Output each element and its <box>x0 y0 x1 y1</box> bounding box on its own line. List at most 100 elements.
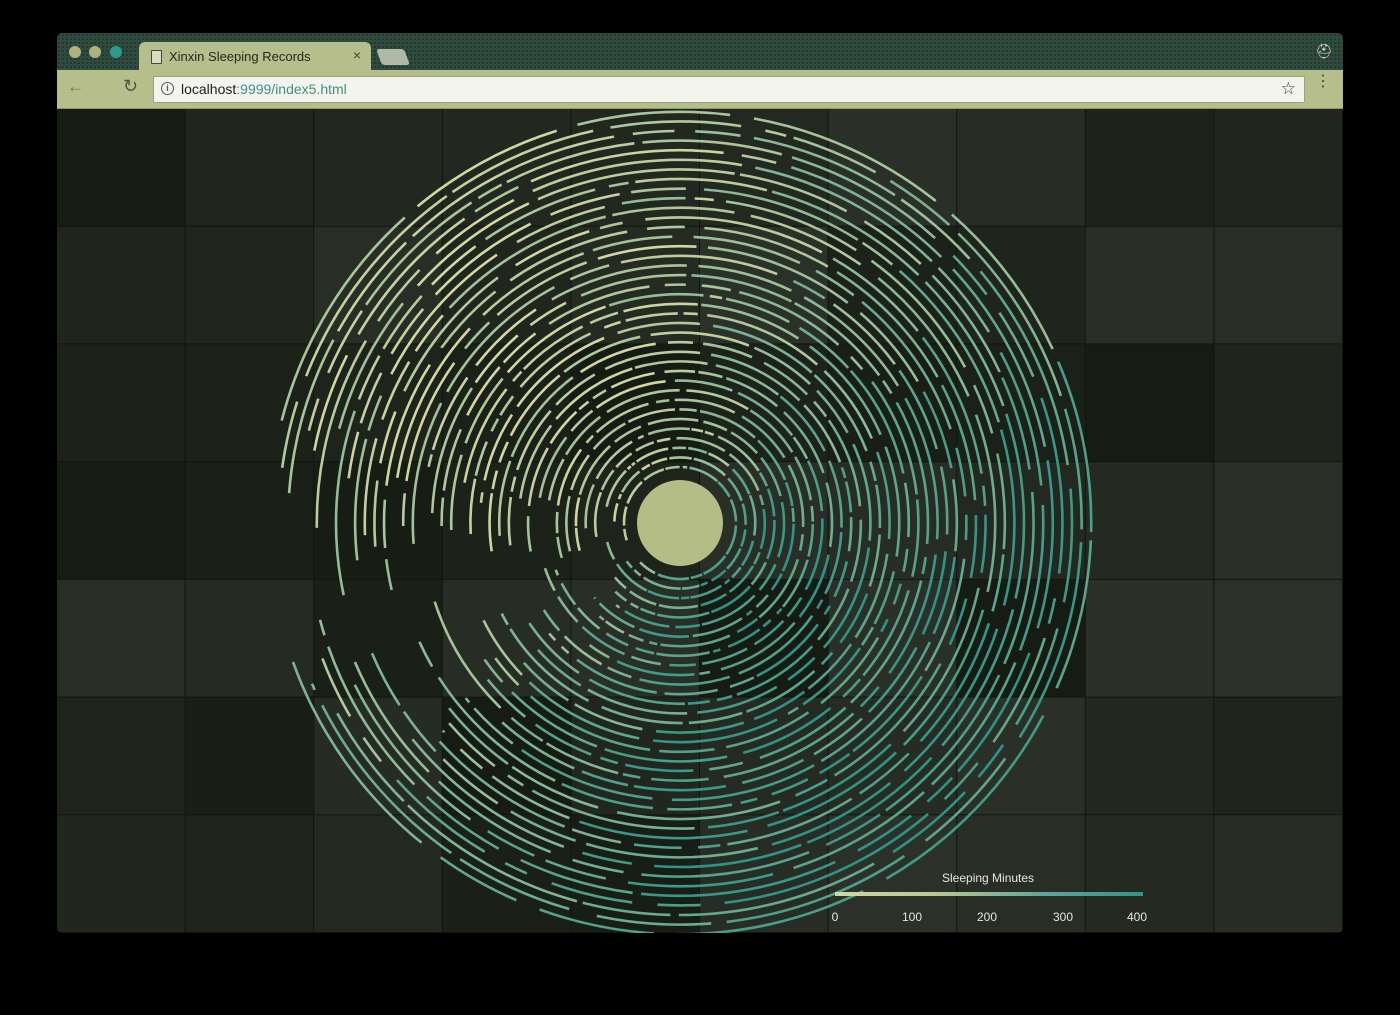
sleep-arc-segment <box>656 651 710 658</box>
sleep-arc-segment <box>659 747 715 754</box>
sleep-arc-segment <box>1055 540 1093 689</box>
sleep-arc-segment <box>753 620 785 646</box>
sleep-arc-segment <box>745 609 753 617</box>
legend-tick-100: 100 <box>901 910 923 924</box>
sleep-arc-segment <box>451 129 594 194</box>
sleep-arc-segment <box>560 582 577 606</box>
sleep-arc-segment <box>861 626 875 646</box>
center-disc <box>637 480 723 566</box>
tab-close-icon[interactable]: × <box>353 47 361 63</box>
sleep-arc-segment <box>603 320 621 329</box>
sleep-arc-segment <box>578 445 611 496</box>
sleep-arc-segment <box>699 670 711 676</box>
sleep-arc-segment <box>693 457 726 477</box>
sleep-arc-segment <box>1036 460 1055 629</box>
window-maximize-button[interactable] <box>110 46 122 58</box>
sleep-arc-segment <box>605 541 616 560</box>
sleep-arc-segment <box>937 266 991 333</box>
sleep-arc-segment <box>701 303 800 340</box>
sleep-arc-segment <box>490 418 500 432</box>
sleep-arc-segment <box>979 270 1069 466</box>
sleep-arc-segment <box>656 611 710 619</box>
sleep-arc-segment <box>687 700 710 705</box>
sleep-arc-segment <box>504 861 528 875</box>
sleep-arc-segment <box>530 148 724 183</box>
sleep-arc-segment <box>426 795 500 850</box>
browser-menu-icon[interactable]: ⋮ <box>1315 74 1331 90</box>
sleep-arc-segment <box>469 478 477 535</box>
sleep-arc-segment <box>647 427 690 436</box>
sleep-arc-segment <box>691 274 792 303</box>
legend-tick-200: 200 <box>976 910 998 924</box>
new-tab-button[interactable] <box>376 49 410 65</box>
sleep-arc-segment <box>617 493 623 500</box>
incognito-profile-icon[interactable]: ⛑ <box>1315 43 1333 59</box>
sleep-arc-segment <box>464 697 471 704</box>
url-text[interactable]: localhost:9999/index5.html <box>181 81 347 97</box>
sleep-arc-segment <box>607 666 632 679</box>
sleep-arc-segment <box>892 583 902 605</box>
sleep-arc-segment <box>599 221 623 230</box>
sleep-arc-segment <box>725 525 738 556</box>
sleep-arc-segment <box>982 485 987 506</box>
sleep-arc-segment <box>440 497 445 527</box>
window-minimize-button[interactable] <box>89 46 101 58</box>
sleep-arc-segment <box>615 604 621 609</box>
sleep-arc-segment <box>873 571 896 625</box>
sleep-arc-segment <box>709 294 723 300</box>
sleep-arc-segment <box>969 515 978 578</box>
sleep-arc-segment <box>321 704 453 855</box>
sleep-arc-segment <box>440 290 497 349</box>
sleep-arc-segment <box>758 558 800 619</box>
sleep-arc-segment <box>693 235 801 265</box>
sleep-arc-segment <box>921 556 927 575</box>
sleep-arc-segment <box>576 658 657 694</box>
sleep-arc-segment <box>991 554 1005 612</box>
sleep-arc-segment <box>852 675 923 753</box>
bookmark-star-icon[interactable]: ☆ <box>1281 79 1296 99</box>
legend-title: Sleeping Minutes <box>942 871 1035 885</box>
sleep-arc-segment <box>630 602 639 609</box>
sleep-arc-segment <box>615 563 648 592</box>
back-arrow-icon[interactable]: ← <box>67 77 84 97</box>
sleep-arc-segment <box>664 688 718 696</box>
sleep-arc-segment <box>694 197 714 202</box>
sleep-arc-segment <box>633 569 642 577</box>
sleep-arc-segment <box>488 492 494 552</box>
sleep-arc-segment <box>651 777 709 782</box>
sleep-arc-segment <box>498 441 509 463</box>
sleep-arc-segment <box>940 384 977 501</box>
sleep-arc-segment <box>647 417 699 426</box>
sleep-arc-segment <box>880 618 889 633</box>
sleep-arc-segment <box>625 560 633 569</box>
info-icon[interactable]: i <box>161 82 174 95</box>
sleep-arc-segment <box>784 481 794 507</box>
sleep-arc-segment <box>840 466 847 479</box>
sleep-arc-segment <box>635 441 655 452</box>
address-bar[interactable]: i localhost:9999/index5.html ☆ <box>153 76 1305 103</box>
sleep-arc-segment <box>996 453 1007 550</box>
sleep-arc-segment <box>334 410 357 596</box>
sleep-arc-segment <box>402 710 437 753</box>
sleep-arc-segment <box>582 851 632 865</box>
sleep-arc-segment <box>623 528 628 541</box>
sleep-arc-segment <box>697 844 721 849</box>
sleep-arc-segment <box>474 185 519 213</box>
tab-active[interactable]: Xinxin Sleeping Records × <box>139 42 371 71</box>
sleep-arc-segment <box>532 158 743 193</box>
sleep-arc-segment <box>560 645 570 654</box>
sleep-arc-segment <box>626 465 632 470</box>
sleep-arc-segment <box>766 520 776 560</box>
sleep-arc-segment <box>579 820 748 840</box>
browser-toolbar: ← ↻ i localhost:9999/index5.html ☆ ⋮ <box>57 70 1343 109</box>
sleep-arc-segment <box>701 284 732 292</box>
window-close-button[interactable] <box>69 46 81 58</box>
sleep-arc-segment <box>868 534 881 587</box>
reload-icon[interactable]: ↻ <box>123 76 138 97</box>
sleep-arc-segment <box>690 573 703 580</box>
sleep-arc-segment <box>639 627 689 638</box>
sleep-arc-segment <box>519 424 553 499</box>
sleep-arc-segment <box>926 776 954 803</box>
sleep-arc-segment <box>434 222 532 296</box>
sleep-arc-segment <box>395 779 486 853</box>
